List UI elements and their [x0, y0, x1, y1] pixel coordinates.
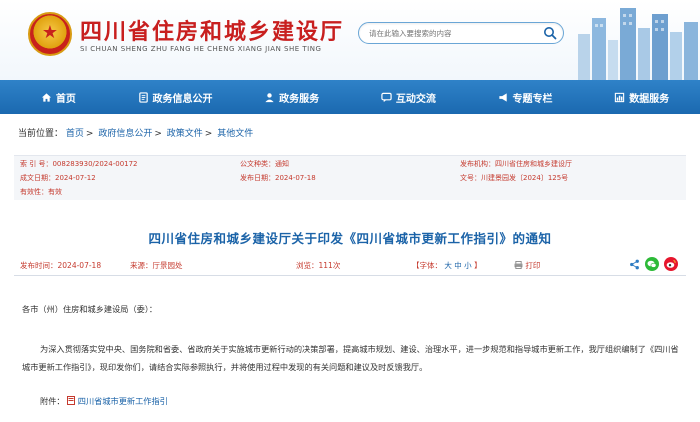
- search-input[interactable]: [369, 26, 539, 41]
- meta-validity: 有效性：有效: [20, 188, 62, 196]
- weibo-icon[interactable]: [664, 257, 678, 271]
- search-icon[interactable]: [543, 26, 557, 40]
- nav-item-label: 首页: [55, 93, 76, 105]
- breadcrumb-info-disclosure[interactable]: 政府信息公开: [98, 129, 152, 139]
- meta-published-date: 发布日期：2024-07-18: [240, 174, 316, 182]
- chart-icon: [615, 92, 625, 102]
- font-size-controls: 【字体： 大 中 小 】: [412, 261, 482, 270]
- nav-item-label: 专题专栏: [512, 93, 553, 105]
- document-title: 四川省住房和城乡建设厅关于印发《四川省城市更新工作指引》的通知: [148, 231, 552, 246]
- home-icon: [41, 92, 51, 102]
- article-info-bar: 发布时间：2024-07-18 来源：厅景园处 浏览：111次 【字体： 大 中…: [14, 256, 686, 276]
- nav-item-interaction[interactable]: 互动交流: [350, 80, 467, 114]
- meta-index-number: 索 引 号：008283930/2024-00172: [20, 160, 138, 168]
- wechat-icon[interactable]: [645, 257, 659, 271]
- attachment-link[interactable]: 四川省城市更新工作指引: [78, 396, 168, 406]
- share-icons: [629, 257, 678, 271]
- nav-item-label: 政务服务: [279, 93, 320, 105]
- nav-item-label: 政务信息公开: [152, 93, 213, 105]
- font-medium-link[interactable]: 中: [454, 261, 462, 270]
- meta-issuer: 发布机构：四川省住房和城乡建设厅: [460, 160, 572, 168]
- meta-created-date: 成文日期：2024-07-12: [20, 174, 96, 182]
- nav-item-info-disclosure[interactable]: 政务信息公开: [117, 80, 234, 114]
- file-icon: [67, 396, 76, 405]
- breadcrumb-home[interactable]: 首页: [66, 129, 84, 139]
- document-icon: [138, 91, 148, 103]
- national-emblem-icon: [28, 12, 72, 56]
- printer-icon: [514, 261, 523, 269]
- megaphone-icon: [498, 92, 507, 102]
- person-icon: [265, 92, 274, 102]
- font-large-link[interactable]: 大: [444, 261, 452, 270]
- meta-category: 公文种类：通知: [240, 160, 289, 168]
- document-meta-box: 索 引 号：008283930/2024-00172 公文种类：通知 发布机构：…: [14, 155, 686, 200]
- publish-time: 发布时间：2024-07-18: [20, 261, 102, 270]
- article-source: 来源：厅景园处: [130, 261, 183, 270]
- meta-document-number: 文号：川建景园发〔2024〕125号: [460, 174, 569, 182]
- body-paragraph: 为深入贯彻落实党中央、国务院和省委、省政府关于实施城市更新行动的决策部署，提高城…: [22, 344, 679, 372]
- view-count: 浏览：111次: [296, 261, 341, 270]
- share-icon[interactable]: [629, 259, 640, 270]
- nav-item-data[interactable]: 数据服务: [583, 80, 700, 114]
- font-small-link[interactable]: 小: [464, 261, 472, 270]
- nav-item-topics[interactable]: 专题专栏: [467, 80, 584, 114]
- salutation: 各市（州）住房和城乡建设局（委）：: [22, 304, 158, 314]
- site-title[interactable]: 四川省住房和城乡建设厅: [80, 14, 344, 46]
- attachment: 附件： 四川省城市更新工作指引: [40, 392, 168, 410]
- breadcrumb-prefix: 当前位置：: [18, 129, 64, 139]
- breadcrumb-other-files[interactable]: 其他文件: [217, 129, 253, 139]
- breadcrumb-policy-files[interactable]: 政策文件: [167, 129, 203, 139]
- site-subtitle: SI CHUAN SHENG ZHU FANG HE CHENG XIANG J…: [80, 45, 322, 53]
- chat-icon: [381, 92, 392, 102]
- nav-item-services[interactable]: 政务服务: [233, 80, 350, 114]
- nav-item-home[interactable]: 首页: [0, 80, 117, 114]
- city-skyline-icon: [578, 8, 698, 80]
- print-link[interactable]: 打印: [514, 260, 540, 271]
- search-box: [358, 22, 564, 44]
- main-nav: 首页 政务信息公开 政务服务 互动交流 专题专栏 数据服务: [0, 80, 700, 114]
- breadcrumb: 当前位置： 首页 > 政府信息公开 > 政策文件 > 其他文件: [18, 129, 254, 139]
- nav-item-label: 数据服务: [629, 93, 670, 105]
- site-header: 四川省住房和城乡建设厅 SI CHUAN SHENG ZHU FANG HE C…: [0, 0, 700, 80]
- nav-item-label: 互动交流: [395, 93, 436, 105]
- attachment-label: 附件：: [40, 396, 65, 406]
